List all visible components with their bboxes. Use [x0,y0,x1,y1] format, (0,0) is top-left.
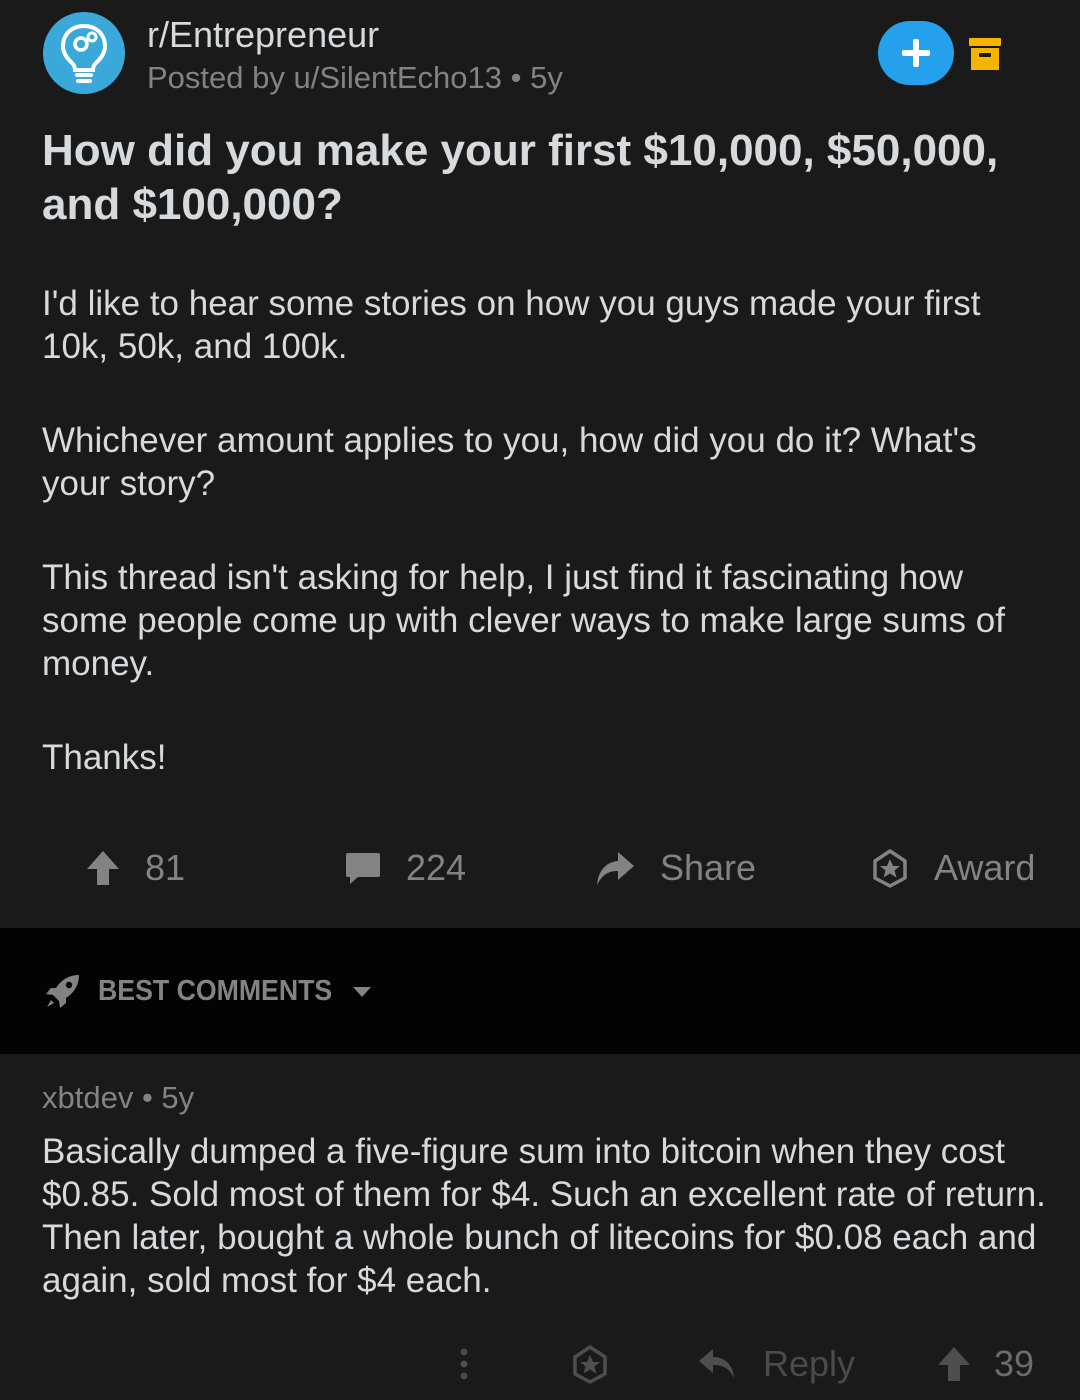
share-label: Share [660,847,757,888]
post-meta: Posted by u/SilentEcho13 • 5y [147,60,563,95]
comment-sort-selector[interactable]: BEST COMMENTS [44,972,375,1010]
more-vertical-icon [460,1348,468,1380]
lightbulb-gear-icon [60,23,108,83]
rocket-icon [46,975,79,1008]
comment-action-bar: Reply 39 [0,1334,1080,1394]
share-button[interactable]: Share [594,838,756,898]
comment-meta[interactable]: xbtdev • 5y [42,1080,194,1116]
reply-label: Reply [763,1343,856,1384]
post-action-bar: 81 224 Share Award [0,838,1080,898]
comment-body: Basically dumped a five-figure sum into … [42,1132,1046,1300]
subreddit-name[interactable]: r/Entrepreneur [147,14,379,56]
award-icon [573,1345,607,1384]
comments-button[interactable]: 224 [344,838,466,898]
subreddit-icon[interactable] [43,12,125,94]
comment-sort-bar: BEST COMMENTS [0,928,1080,1054]
comment-upvote-button[interactable]: 39 [936,1334,1034,1394]
sort-label: BEST COMMENTS [98,974,333,1007]
join-button[interactable] [878,21,954,85]
comment-count: 224 [406,847,467,888]
reply-arrow-icon [699,1349,734,1378]
comment: xbtdev • 5y Basically dumped a five-figu… [0,1054,1080,1400]
post-body-paragraph: Thanks! [42,738,167,777]
comment-vote-count: 39 [994,1343,1035,1384]
post-card: r/Entrepreneur Posted by u/SilentEcho13 … [0,0,1080,928]
upvote-arrow-icon [87,851,119,885]
share-arrow-icon [597,852,634,885]
upvote-button[interactable]: 81 [85,838,185,898]
reply-button[interactable]: Reply [697,1334,855,1394]
comment-bubble-icon [346,853,380,884]
post-body-paragraph: This thread isn't asking for help, I jus… [42,558,1005,683]
post-body-paragraph: Whichever amount applies to you, how did… [42,421,977,503]
post-body: I'd like to hear some stories on how you… [42,282,1052,830]
post-title[interactable]: How did you make your first $10,000, $50… [42,124,1042,232]
award-button[interactable]: Award [870,838,1035,898]
post-body-paragraph: I'd like to hear some stories on how you… [42,284,981,366]
more-options-button[interactable] [452,1334,476,1394]
upvote-arrow-icon [938,1347,970,1381]
save-box-icon[interactable] [968,36,1002,72]
upvote-count: 81 [145,847,186,888]
chevron-down-icon [352,987,371,997]
plus-icon [902,39,930,67]
award-label: Award [934,847,1036,888]
comment-award-button[interactable] [570,1334,610,1394]
award-icon [873,849,907,888]
